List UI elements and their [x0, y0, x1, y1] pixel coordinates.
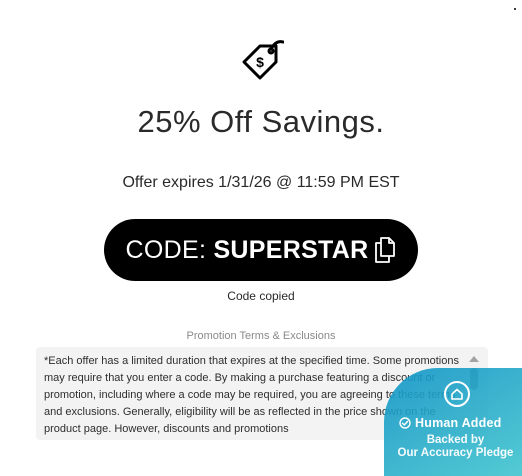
price-tag-dollar-icon: $ — [242, 40, 284, 80]
offer-headline: 25% Off Savings. — [137, 104, 385, 139]
badge-title: Human Added — [415, 416, 502, 430]
promo-code-value: SUPERSTAR — [213, 235, 369, 264]
human-added-badge[interactable]: Human Added Backed by Our Accuracy Pledg… — [384, 368, 522, 476]
badge-subtitle-line2: Our Accuracy Pledge — [397, 447, 514, 459]
code-copied-status: Code copied — [227, 289, 295, 303]
offer-expiration: Offer expires 1/31/26 @ 11:59 PM EST — [122, 174, 400, 191]
copy-icon — [375, 237, 396, 263]
terms-heading: Promotion Terms & Exclusions — [186, 330, 336, 342]
svg-text:$: $ — [256, 54, 264, 70]
copy-code-button[interactable]: CODE: SUPERSTAR — [104, 219, 418, 281]
scroll-up-arrow-icon[interactable] — [469, 356, 479, 362]
badge-title-row: Human Added — [399, 415, 501, 431]
house-icon — [444, 381, 470, 407]
page: $ 25% Off Savings. Offer expires 1/31/26… — [0, 0, 522, 476]
check-circle-icon — [399, 417, 411, 429]
code-prefix-label: CODE: — [125, 235, 214, 264]
corner-dot — [514, 8, 516, 10]
badge-subtitle-line1: Backed by — [426, 434, 485, 446]
